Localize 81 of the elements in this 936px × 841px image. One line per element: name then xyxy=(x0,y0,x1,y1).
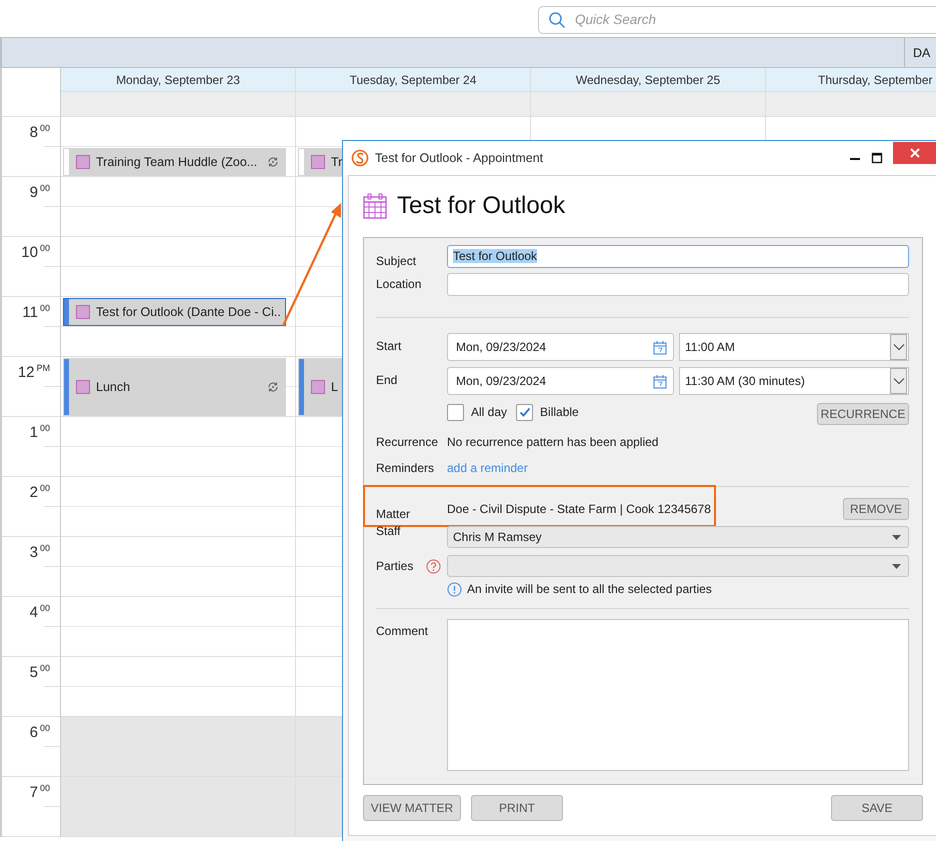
date-picker-icon[interactable] xyxy=(653,340,667,354)
calendar-event[interactable]: Test for Outlook (Dante Doe - Ci.. xyxy=(63,298,286,326)
hour-label: 1$^{00}$ xyxy=(30,423,50,441)
recurrence-text: No recurrence pattern has been applied xyxy=(447,435,658,449)
comment-field[interactable] xyxy=(447,619,909,771)
hour-label: 7$^{00}$ xyxy=(30,783,50,801)
calendar-icon xyxy=(363,193,387,219)
field-label: Recurrence xyxy=(376,435,440,449)
staff-dropdown[interactable]: Chris M Ramsey xyxy=(447,526,909,548)
date-field[interactable]: Mon, 09/23/2024 xyxy=(447,333,674,361)
field-label: Location xyxy=(376,277,422,291)
field-label: Subject xyxy=(376,254,418,268)
hour-label: 11$^{00}$ xyxy=(22,303,50,321)
calendar-event[interactable]: Lunch xyxy=(63,358,286,416)
matter-value: Doe - Civil Dispute - State Farm | Cook 12345678 xyxy=(447,502,712,516)
info-icon xyxy=(447,582,462,596)
hour-label: 12$^{PM}$ xyxy=(18,363,50,381)
close-icon xyxy=(908,147,920,159)
window-title: Test for Outlook - Appointment xyxy=(375,151,544,165)
checkbox-label: All day xyxy=(471,405,508,419)
checkbox-label: Billable xyxy=(540,405,579,419)
view-tab[interactable]: DA xyxy=(904,38,936,67)
subject-field[interactable]: Test for Outlook xyxy=(447,244,909,268)
chevron-down-icon[interactable] xyxy=(892,343,904,351)
event-title: Training Team Huddle (Zoo... xyxy=(96,155,258,169)
all-day-cell[interactable] xyxy=(766,92,936,117)
checkbox[interactable] xyxy=(447,404,464,420)
checkbox[interactable] xyxy=(516,404,534,420)
chevron-down-icon[interactable] xyxy=(892,377,904,385)
footer-button[interactable]: VIEW MATTER xyxy=(363,795,461,821)
dropdown-arrow-icon xyxy=(892,564,901,568)
hour-label: 5$^{00}$ xyxy=(30,663,50,681)
hour-label: 8$^{00}$ xyxy=(30,123,50,141)
hour-label: 10$^{00}$ xyxy=(21,243,50,261)
category-icon xyxy=(311,380,325,394)
footer-button[interactable]: SAVE xyxy=(831,795,923,821)
hour-label: 4$^{00}$ xyxy=(30,603,50,621)
category-icon xyxy=(76,305,90,319)
field-label: Matter xyxy=(376,507,412,521)
info-text: An invite will be sent to all the selected parties xyxy=(467,582,712,596)
search-icon xyxy=(548,10,566,28)
day-header: Monday, September 23 xyxy=(116,72,240,86)
dropdown-arrow-icon xyxy=(892,534,901,540)
hour-label: 2$^{00}$ xyxy=(30,483,50,501)
appointment-heading: Test for Outlook xyxy=(397,192,566,220)
hour-label: 6$^{00}$ xyxy=(30,723,50,741)
all-day-cell[interactable] xyxy=(61,92,295,117)
time-dropdown[interactable]: 11:00 AM xyxy=(679,333,909,361)
day-header: Thursday, September xyxy=(818,72,932,86)
all-day-cell[interactable] xyxy=(296,92,530,117)
recurrence-button[interactable]: RECURRENCE xyxy=(817,403,909,425)
category-icon xyxy=(76,155,90,169)
field-label: Staff xyxy=(376,524,402,538)
day-header: Tuesday, September 24 xyxy=(350,72,476,86)
all-day-cell[interactable] xyxy=(531,92,765,117)
day-header: Wednesday, September 25 xyxy=(576,72,720,86)
field-label: Reminders xyxy=(376,461,436,475)
help-icon[interactable] xyxy=(426,558,441,574)
event-title: L xyxy=(331,380,338,394)
calendar-event[interactable]: Training Team Huddle (Zoo... xyxy=(63,148,286,176)
hour-label: 3$^{00}$ xyxy=(30,543,50,561)
field-label: Start xyxy=(376,339,402,353)
field-label: Comment xyxy=(376,624,430,638)
time-dropdown[interactable]: 11:30 AM (30 minutes) xyxy=(679,367,909,395)
field-label: End xyxy=(376,373,398,387)
field-label: Parties xyxy=(376,559,414,573)
remove-button[interactable]: REMOVE xyxy=(843,498,909,520)
close-button[interactable] xyxy=(893,142,936,164)
maximize-icon[interactable] xyxy=(871,152,883,164)
event-title: Tr xyxy=(331,155,342,169)
category-icon xyxy=(76,380,90,394)
location-field[interactable] xyxy=(447,272,909,296)
hour-label: 9$^{00}$ xyxy=(30,183,50,201)
date-picker-icon[interactable] xyxy=(653,374,667,388)
event-title: Lunch xyxy=(96,380,130,394)
category-icon xyxy=(311,155,325,169)
app-logo-icon xyxy=(351,149,369,167)
footer-button[interactable]: PRINT xyxy=(471,795,563,821)
date-field[interactable]: Mon, 09/23/2024 xyxy=(447,367,674,395)
event-title: Test for Outlook (Dante Doe - Ci.. xyxy=(96,305,281,319)
search-field[interactable]: Quick Search xyxy=(538,6,936,34)
